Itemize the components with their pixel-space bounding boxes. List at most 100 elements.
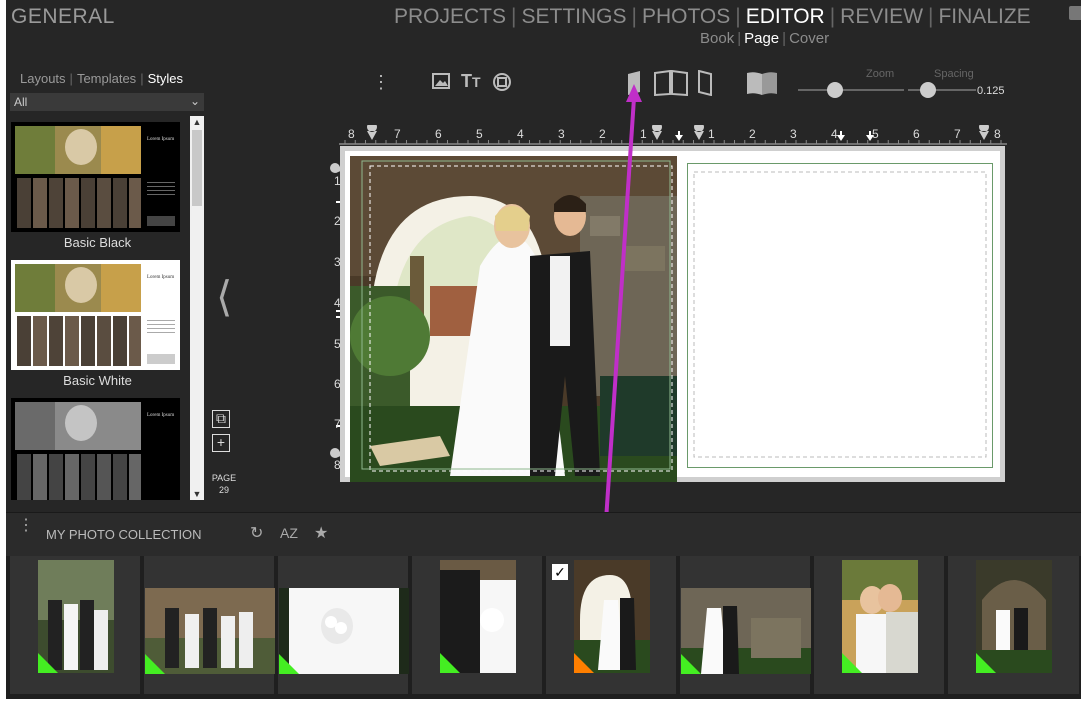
spacing-label: Spacing (934, 68, 974, 80)
left-page-photo[interactable] (350, 156, 677, 482)
filter-value: All (14, 95, 28, 109)
photo-thumbnail[interactable] (948, 556, 1081, 694)
guide-marker-icon[interactable] (367, 125, 377, 140)
photo-thumbnail[interactable] (814, 556, 946, 694)
used-indicator-icon (842, 653, 862, 673)
style-label: Basic Black (63, 235, 132, 250)
guide-marker-icon[interactable] (694, 125, 704, 140)
nav-photos[interactable]: PHOTOS (638, 5, 734, 29)
page-number: 29 (218, 485, 229, 495)
right-page-frame[interactable] (687, 163, 993, 468)
page-indicator: PAGE 29 (206, 472, 242, 496)
refresh-icon[interactable]: ↻ (250, 523, 263, 543)
nav-settings[interactable]: SETTINGS (517, 5, 630, 29)
guide-marker-icon[interactable] (652, 125, 662, 140)
guide-marker-icon[interactable] (979, 125, 989, 140)
template-title-text: Lorem Ipsum (147, 275, 174, 280)
grayscale-style-preview-icon: Lorem Ipsum (11, 398, 180, 500)
style-list-scrollbar[interactable]: ▲ ▼ (190, 116, 204, 500)
book-view-icon[interactable] (746, 70, 778, 96)
horizontal-ruler: 8 7 6 5 4 3 2 1 1 2 3 4 5 6 7 8 (339, 125, 1007, 145)
photo-thumbnail[interactable] (278, 556, 410, 694)
collection-menu-icon[interactable]: ⋮ (18, 518, 34, 534)
spread-icon[interactable] (654, 70, 688, 96)
spacing-slider-knob[interactable] (920, 82, 937, 98)
template-title-text: Lorem Ipsum (147, 137, 174, 142)
photo-thumbnail[interactable] (10, 556, 142, 694)
style-filter-select[interactable]: All ⌄ (10, 93, 204, 111)
template-title-text: Lorem Ipsum (147, 413, 174, 418)
used-indicator-icon (279, 654, 299, 674)
selected-checkbox[interactable]: ✓ (552, 564, 568, 580)
text-icon[interactable]: TT (461, 71, 481, 92)
page-spread (340, 146, 1005, 482)
style-list: Lorem Ipsum Basic Black Lorem Ipsum Basi… (10, 116, 190, 500)
photo-thumbnail[interactable]: ✓ (546, 556, 678, 694)
main-nav: PROJECTS | SETTINGS | PHOTOS | EDITOR | REVI… (390, 5, 1035, 29)
style-card-basic-black[interactable]: Lorem Ipsum Basic Black (11, 122, 184, 250)
sort-az-icon[interactable]: AZ (280, 525, 298, 541)
right-page-icon[interactable] (696, 70, 714, 96)
scroll-down-icon[interactable]: ▼ (190, 489, 204, 499)
nav-separator: | (829, 5, 836, 28)
duplicate-page-icon[interactable]: ⧉ (212, 410, 230, 428)
tab-layouts[interactable]: Layouts (16, 71, 70, 86)
margin-guides (361, 160, 673, 472)
nav-projects[interactable]: PROJECTS (390, 5, 510, 29)
brand-title: GENERAL (11, 5, 115, 28)
chevron-down-icon: ⌄ (189, 94, 200, 108)
page-label: PAGE (211, 473, 237, 483)
selected-indicator-icon (574, 653, 594, 673)
sort-rating-icon[interactable]: ★ (314, 523, 328, 543)
scrollbar-thumb[interactable] (192, 130, 202, 206)
nav-separator: | (631, 5, 637, 28)
subnav-page[interactable]: Page (741, 30, 782, 47)
nav-review[interactable]: REVIEW (836, 5, 927, 29)
shape-icon[interactable] (492, 72, 512, 92)
photo-thumbnail[interactable] (144, 556, 276, 694)
style-label: Basic White (63, 373, 132, 388)
right-page-guides (693, 171, 987, 458)
image-icon[interactable] (432, 72, 450, 90)
spacing-slider[interactable] (908, 89, 976, 91)
nav-separator: | (928, 5, 934, 28)
scroll-up-icon[interactable]: ▲ (190, 117, 204, 127)
photo-collection-bar: ⋮ MY PHOTO COLLECTION ↻ AZ ★ (6, 512, 1081, 556)
photo-thumbnail[interactable] (680, 556, 812, 694)
used-indicator-icon (440, 653, 460, 673)
basic-white-preview-icon: Lorem Ipsum (11, 260, 180, 370)
tab-templates[interactable]: Templates (73, 71, 140, 86)
style-card-third[interactable]: Lorem Ipsum (11, 398, 184, 500)
nav-separator: | (511, 5, 517, 28)
used-indicator-icon (145, 654, 165, 674)
used-indicator-icon (976, 653, 996, 673)
left-panel-tabs: Layouts | Templates | Styles (16, 71, 187, 86)
style-thumbnail: Lorem Ipsum (11, 398, 180, 500)
basic-black-preview-icon: Lorem Ipsum (11, 122, 180, 232)
style-thumbnail: Lorem Ipsum (11, 260, 180, 370)
app-window: GENERAL PROJECTS | SETTINGS | PHOTOS | EDIT… (6, 0, 1081, 699)
photo-thumbnail[interactable] (412, 556, 544, 694)
subnav-book[interactable]: Book (697, 30, 737, 47)
photo-strip: ✓ (6, 556, 1081, 699)
style-card-basic-white[interactable]: Lorem Ipsum Basic White (11, 260, 184, 388)
cart-icon[interactable] (1069, 6, 1081, 20)
subnav-cover[interactable]: Cover (786, 30, 832, 47)
spacing-value: 0.125 (977, 85, 1005, 97)
zoom-label: Zoom (866, 68, 895, 80)
nav-separator: | (735, 5, 741, 28)
guide-markers (367, 125, 989, 141)
zoom-slider-knob[interactable] (827, 82, 844, 98)
collection-title: MY PHOTO COLLECTION (46, 527, 202, 542)
left-page-icon[interactable] (626, 70, 644, 96)
page-tools: ⧉ + (212, 410, 230, 458)
nav-finalize[interactable]: FINALIZE (934, 5, 1034, 29)
tab-styles[interactable]: Styles (144, 71, 187, 86)
nav-editor[interactable]: EDITOR (742, 5, 829, 29)
add-page-icon[interactable]: + (212, 434, 230, 452)
used-indicator-icon (38, 653, 58, 673)
editor-subnav: Book | Page | Cover (697, 30, 832, 47)
zoom-slider[interactable] (798, 89, 904, 91)
previous-page-arrow-icon[interactable]: ⟨ (216, 272, 232, 321)
more-options-icon[interactable]: ⋮ (372, 72, 390, 93)
